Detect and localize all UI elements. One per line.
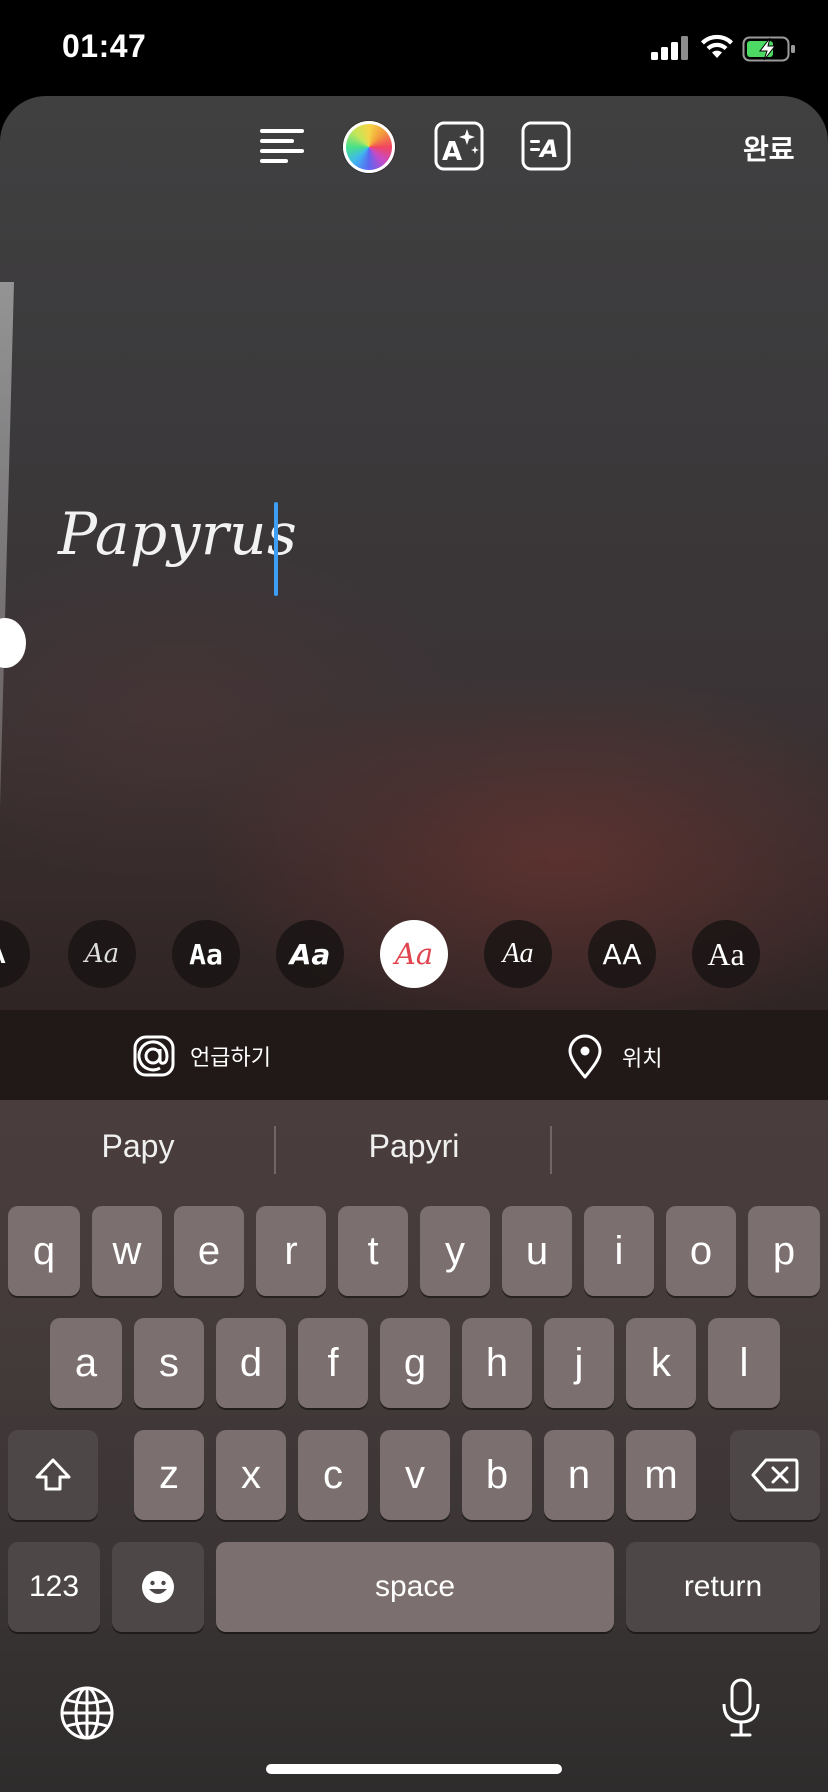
emoji-icon xyxy=(142,1571,174,1603)
backspace-icon xyxy=(751,1458,799,1492)
key-u[interactable]: u xyxy=(502,1206,572,1296)
status-time: 01:47 xyxy=(62,28,147,64)
key-v[interactable]: v xyxy=(380,1430,450,1520)
font-option[interactable]: Aa xyxy=(276,920,344,988)
key-x[interactable]: x xyxy=(216,1430,286,1520)
key-a[interactable]: a xyxy=(50,1318,122,1408)
key-j[interactable]: j xyxy=(544,1318,614,1408)
key-e[interactable]: e xyxy=(174,1206,244,1296)
suggestion-divider xyxy=(550,1126,552,1174)
space-key[interactable]: space xyxy=(216,1542,614,1632)
color-wheel-icon[interactable] xyxy=(343,121,395,173)
key-q[interactable]: q xyxy=(8,1206,80,1296)
key-b[interactable]: b xyxy=(462,1430,532,1520)
suggestion[interactable]: Papy xyxy=(0,1128,276,1165)
key-k[interactable]: k xyxy=(626,1318,696,1408)
key-r[interactable]: r xyxy=(256,1206,326,1296)
align-left-icon[interactable] xyxy=(256,120,308,172)
shift-icon xyxy=(35,1458,71,1491)
font-option[interactable]: Aa xyxy=(172,920,240,988)
svg-text:A: A xyxy=(442,137,462,167)
font-option[interactable]: Aa xyxy=(68,920,136,988)
key-c[interactable]: c xyxy=(298,1430,368,1520)
text-effect-sparkle-icon[interactable]: A xyxy=(433,120,485,172)
text-animate-icon[interactable]: A xyxy=(520,120,572,172)
font-option[interactable]: Aa xyxy=(484,920,552,988)
emoji-key[interactable] xyxy=(112,1542,204,1632)
font-option[interactable]: AA xyxy=(588,920,656,988)
location-label: 위치 xyxy=(622,1046,663,1071)
text-cursor xyxy=(274,502,278,596)
story-text-input[interactable]: Papyrus xyxy=(58,500,297,568)
key-s[interactable]: s xyxy=(134,1318,204,1408)
key-h[interactable]: h xyxy=(462,1318,532,1408)
svg-text:A: A xyxy=(538,135,559,163)
key-l[interactable]: l xyxy=(708,1318,780,1408)
mention-label: 언급하기 xyxy=(190,1045,271,1070)
key-n[interactable]: n xyxy=(544,1430,614,1520)
key-i[interactable]: i xyxy=(584,1206,654,1296)
wifi-icon xyxy=(701,34,733,58)
mention-button[interactable]: 언급하기 xyxy=(132,1034,271,1078)
key-y[interactable]: y xyxy=(420,1206,490,1296)
key-f[interactable]: f xyxy=(298,1318,368,1408)
location-pin-icon xyxy=(568,1034,602,1079)
home-indicator xyxy=(266,1764,562,1774)
signal-icon xyxy=(651,36,688,60)
key-w[interactable]: w xyxy=(92,1206,162,1296)
suggestion[interactable]: Papyri xyxy=(276,1128,552,1165)
key-o[interactable]: o xyxy=(666,1206,736,1296)
return-key[interactable]: return xyxy=(626,1542,820,1632)
key-z[interactable]: z xyxy=(134,1430,204,1520)
key-d[interactable]: d xyxy=(216,1318,286,1408)
font-option-selected[interactable]: Aa xyxy=(380,920,448,988)
numbers-key[interactable]: 123 xyxy=(8,1542,100,1632)
key-g[interactable]: g xyxy=(380,1318,450,1408)
key-p[interactable]: p xyxy=(748,1206,820,1296)
shift-key[interactable] xyxy=(8,1430,98,1520)
at-sign-icon xyxy=(133,1035,175,1077)
key-m[interactable]: m xyxy=(626,1430,696,1520)
font-option[interactable]: Aa xyxy=(692,920,760,988)
done-button[interactable]: 완료 xyxy=(743,128,795,168)
location-button[interactable]: 위치 xyxy=(566,1034,662,1080)
battery-charging-icon xyxy=(742,36,795,62)
sticker-action-bar xyxy=(0,1010,828,1100)
backspace-key[interactable] xyxy=(730,1430,820,1520)
microphone-icon[interactable] xyxy=(720,1678,762,1738)
globe-icon[interactable] xyxy=(58,1684,116,1742)
key-t[interactable]: t xyxy=(338,1206,408,1296)
